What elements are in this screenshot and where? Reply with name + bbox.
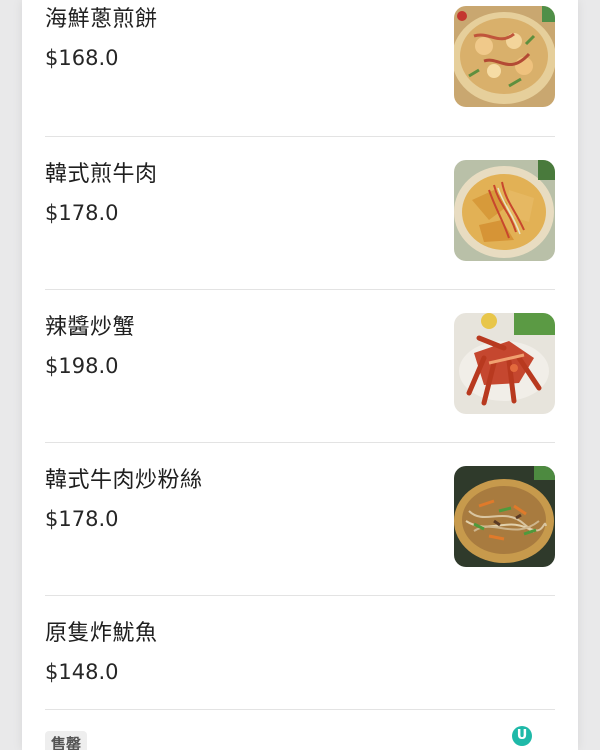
menu-item-name: 韓式牛肉炒粉絲 xyxy=(45,468,203,493)
menu-item-price: $198.0 xyxy=(45,354,119,378)
menu-item[interactable]: 韓式煎牛肉 $178.0 xyxy=(45,137,555,290)
menu-item-name: 辣醬炒蟹 xyxy=(45,315,136,340)
menu-item-price: $148.0 xyxy=(45,660,119,684)
menu-item[interactable]: 原隻炸魷魚 $148.0 xyxy=(45,596,555,710)
menu-panel: 海鮮蔥煎餅 $168.0 韓式煎牛肉 $178.0 辣醬炒蟹 $198.0 韓式… xyxy=(22,0,578,750)
seafood-pancake-image xyxy=(454,6,555,107)
site-logo: U xyxy=(512,726,532,746)
menu-item[interactable]: 辣醬炒蟹 $198.0 xyxy=(45,290,555,443)
menu-item[interactable]: 海鮮蔥煎餅 $168.0 xyxy=(45,0,555,137)
menu-item[interactable]: 韓式牛肉炒粉絲 $178.0 xyxy=(45,443,555,596)
menu-item-name: 海鮮蔥煎餅 xyxy=(45,7,158,32)
menu-item-name: 原隻炸魷魚 xyxy=(45,621,158,646)
sold-out-badge: 售罄 xyxy=(45,731,88,750)
spicy-crab-image xyxy=(454,313,555,414)
menu-item-name: 韓式煎牛肉 xyxy=(45,162,158,187)
japchae-image xyxy=(454,466,555,567)
menu-item-price: $178.0 xyxy=(45,507,119,531)
menu-item-price: $178.0 xyxy=(45,201,119,225)
menu-item-price: $168.0 xyxy=(45,46,119,70)
korean-pan-fried-beef-image xyxy=(454,160,555,261)
